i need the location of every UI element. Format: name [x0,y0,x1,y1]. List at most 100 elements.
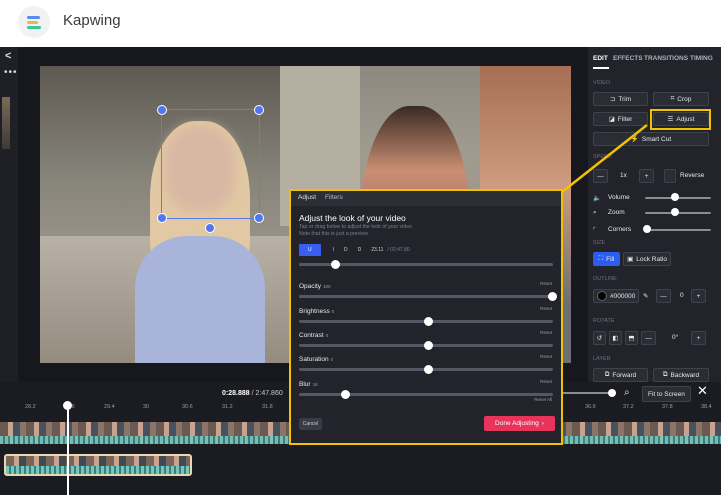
outline-increase-button[interactable]: + [691,289,706,303]
timeline-zoom-controls: ⌕ Fit to Screen ✕ [560,383,721,402]
fit-to-screen-button[interactable]: Fit to Screen [642,386,691,402]
adjust-value: 0 [331,309,335,314]
tab-transitions[interactable]: TRANSITIONS [644,55,688,62]
reset-button[interactable]: Reset [540,281,552,286]
corners-slider-thumb[interactable] [643,225,651,233]
eyedropper-icon[interactable]: ✎ [643,292,648,300]
forward-button[interactable]: ⧉ Forward [593,368,648,382]
resize-handle[interactable] [254,105,264,115]
corners-slider[interactable] [645,229,711,231]
lock-icon: ▣ [627,256,634,263]
reset-button[interactable]: Reset [540,354,552,359]
outline-value: 0 [680,292,684,299]
timeline-zoom-thumb[interactable] [608,389,616,397]
tab-timing[interactable]: TIMING [690,55,713,62]
adjust-slider-blur[interactable] [299,393,553,396]
preview-mode-button[interactable]: U [299,243,321,256]
trim-button[interactable]: ⊐ Trim [593,92,648,106]
scene-thumbnail[interactable] [2,97,10,149]
volume-slider-thumb[interactable] [671,193,679,201]
close-icon[interactable]: ✕ [697,383,708,399]
clip-audio-waveform [6,466,190,474]
adjust-slider-thumb[interactable] [423,317,433,326]
popup-tab-adjust[interactable]: Adjust [298,194,316,201]
ruler-tick: 38.4 [701,404,712,410]
reset-button[interactable]: Reset [540,379,552,384]
more-icon[interactable]: ••• [4,67,18,78]
adjust-slider-thumb[interactable] [341,390,351,399]
zoom-icon: ⌕ [593,209,597,216]
preview-time: 23.11 [371,246,384,253]
adjust-label-text: Brightness [299,308,330,315]
adjust-slider-thumb[interactable] [423,341,433,350]
adjust-label-text: Contrast [299,332,324,339]
total-time: / 2:47.860 [251,390,283,397]
lock-ratio-button[interactable]: ▣ Lock Ratio [623,252,671,266]
corners-icon: ◜ [593,226,596,233]
left-rail: < ••• [0,47,18,382]
rotate-left-icon[interactable]: ↺ [593,331,606,345]
brand-name: Kapwing [63,12,121,29]
adjust-label-saturation: Saturation 0 [299,356,333,363]
adjust-label-opacity: Opacity 100 [299,283,331,290]
zoom-slider-thumb[interactable] [671,208,679,216]
preview-control[interactable]: D [358,247,362,253]
popup-tab-filters[interactable]: Filters [325,194,343,201]
adjust-slider-thumb[interactable] [423,365,433,374]
zoom-in-icon[interactable]: ⌕ [624,387,630,398]
ruler-tick: 31.8 [262,404,273,410]
preview-scrubber-thumb[interactable] [331,260,340,269]
kapwing-logo[interactable] [18,6,50,38]
panel-tabs: EDIT EFFECTS TRANSITIONS TIMING [588,55,721,71]
backward-button[interactable]: ⧉ Backward [653,368,709,382]
crop-icon: ⌗ [670,95,675,102]
resize-handle[interactable] [157,213,167,223]
done-adjusting-button[interactable]: Done Adjusting › [484,416,555,431]
ruler-tick: 37.2 [623,404,634,410]
reset-button[interactable]: Reset [540,306,552,311]
corners-label: Corners [608,226,632,233]
preview-control[interactable]: I [333,247,334,253]
preview-control[interactable]: D [344,247,348,253]
resize-handle[interactable] [157,105,167,115]
tab-effects[interactable]: EFFECTS [613,55,643,62]
popup-tabbar: Adjust Filters [291,191,561,206]
adjust-slider-opacity[interactable] [299,295,553,298]
crop-button[interactable]: ⌗ Crop [653,92,709,106]
tab-edit[interactable]: EDIT [593,55,608,62]
collapse-chevron-icon[interactable]: < [5,50,11,62]
preview-duration: / 02:47.80 [387,246,410,253]
adjust-label-text: Opacity [299,283,322,290]
cancel-button[interactable]: Cancel [299,418,322,430]
reset-button[interactable]: Reset [540,330,552,335]
section-outline: OUTLINE [593,276,617,282]
flip-horizontal-icon[interactable]: ◧ [609,331,622,345]
properties-panel: EDIT EFFECTS TRANSITIONS TIMING VIDEO ⊐ T… [588,47,721,382]
resize-handle[interactable] [254,213,264,223]
ruler-tick: 28.2 [25,404,36,410]
adjust-slider-thumb[interactable] [548,292,557,301]
fill-icon: ⛶ [598,255,604,262]
rotate-handle[interactable] [205,223,215,233]
reset-all-button[interactable]: Reset All [534,397,552,402]
ruler-tick: 29.4 [104,404,115,410]
timecode: 0:28.888 / 2:47.860 [222,390,283,397]
outline-decrease-button[interactable]: — [656,289,671,303]
reverse-label: Reverse [680,172,705,179]
trim-icon: ⊐ [609,96,616,103]
selection-box[interactable] [161,109,260,219]
playhead[interactable] [67,404,69,495]
backward-icon: ⧉ [662,371,668,378]
rotate-increase-button[interactable]: + [691,331,706,345]
woman-dress [135,236,265,363]
reverse-checkbox[interactable] [664,169,676,183]
fill-button[interactable]: ⛶ Fill [593,252,620,266]
chevron-right-icon: › [541,420,544,427]
adjust-value: 100 [323,284,331,289]
outline-color-picker[interactable]: #000000 [593,289,639,303]
rotate-decrease-button[interactable]: — [641,331,656,345]
color-swatch [597,291,607,301]
flip-vertical-icon[interactable]: ⬒ [625,331,638,345]
app-header: Kapwing [0,0,721,44]
ruler-tick: 30 [143,404,150,410]
